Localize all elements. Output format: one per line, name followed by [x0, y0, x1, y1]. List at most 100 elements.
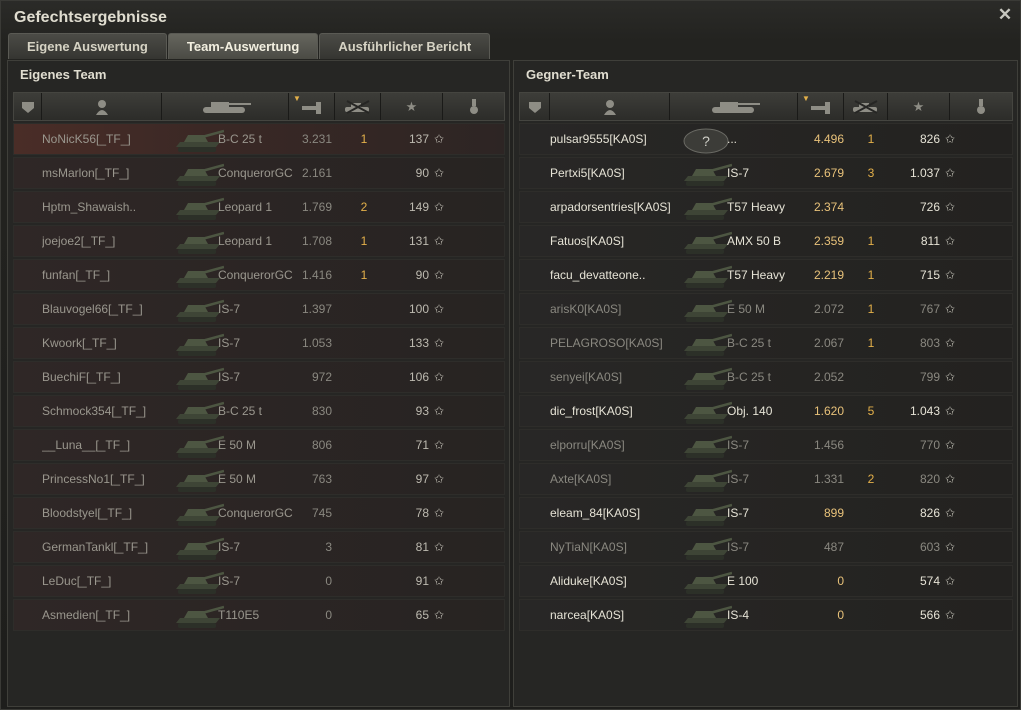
xp-value: 90 [415, 166, 429, 180]
player-row[interactable]: pulsar9555[KA0S]?... 4.496 1 826 ✩ [519, 123, 1013, 155]
player-column-icon[interactable] [550, 93, 670, 120]
player-row[interactable]: eleam_84[KA0S] IS-7 899 826 ✩ [519, 497, 1013, 529]
player-row[interactable]: Asmedien[_TF_] T110E5 0 65 ✩ [13, 599, 505, 631]
player-row[interactable]: arisK0[KA0S] E 50 M 2.072 1 767 ✩ [519, 293, 1013, 325]
xp-value: 71 [415, 438, 429, 452]
damage-column-icon[interactable]: ▼ [798, 93, 844, 120]
kills-column-icon[interactable] [335, 93, 381, 120]
player-row[interactable]: PELAGROSO[KA0S] B-C 25 t 2.067 1 803 ✩ [519, 327, 1013, 359]
damage-value: 2.359 [813, 234, 844, 248]
vehicle-name: IS-7 [727, 472, 750, 486]
xp-value: 133 [408, 336, 429, 350]
kills-value: 1 [867, 132, 875, 146]
player-row[interactable]: Axte[KA0S] IS-7 1.331 2 820 ✩ [519, 463, 1013, 495]
player-name: pulsar9555[KA0S] [550, 132, 647, 146]
star-icon: ✩ [433, 472, 444, 486]
vehicle-name: ... [727, 132, 738, 146]
xp-column-icon[interactable]: ★ [381, 93, 443, 120]
player-row[interactable]: Blauvogel66[_TF_] IS-7 1.397 100 ✩ [13, 293, 505, 325]
player-row[interactable]: PrincessNo1[_TF_] E 50 M 763 97 ✩ [13, 463, 505, 495]
vehicle-name: IS-7 [218, 540, 241, 554]
damage-value: 745 [311, 506, 332, 520]
star-icon: ✩ [944, 438, 955, 452]
player-row[interactable]: NyTiaN[KA0S] IS-7 487 603 ✩ [519, 531, 1013, 563]
star-icon: ✩ [944, 166, 955, 180]
tab-detailed-report[interactable]: Ausführlicher Bericht [319, 33, 491, 59]
player-row[interactable]: facu_devatteone.. T57 Heavy 2.219 1 715 ✩ [519, 259, 1013, 291]
player-name: narcea[KA0S] [550, 608, 625, 622]
vehicle-name: IS-7 [218, 370, 241, 384]
kills-column-icon[interactable] [844, 93, 888, 120]
player-row[interactable]: Hptm_Shawaish.. Leopard 1 1.769 2 149 ✩ [13, 191, 505, 223]
player-row[interactable]: arpadorsentries[KA0S] T57 Heavy 2.374 726 ✩ [519, 191, 1013, 223]
vehicle-name: T110E5 [218, 608, 260, 622]
medal-column-icon[interactable] [950, 93, 1012, 120]
player-row[interactable]: Fatuos[KA0S] AMX 50 B 2.359 1 811 ✩ [519, 225, 1013, 257]
player-row[interactable]: LeDuc[_TF_] IS-7 0 91 ✩ [13, 565, 505, 597]
tab-own-evaluation[interactable]: Eigene Auswertung [8, 33, 167, 59]
star-icon: ✩ [944, 234, 955, 248]
star-icon: ✩ [433, 540, 444, 554]
damage-value: 3 [325, 540, 332, 554]
svg-text:?: ? [702, 133, 710, 149]
player-name: Fatuos[KA0S] [550, 234, 625, 248]
squad-column-icon[interactable] [14, 93, 42, 120]
tab-team-evaluation[interactable]: Team-Auswertung [167, 33, 319, 59]
star-icon: ✩ [433, 608, 444, 622]
sort-indicator-icon: ▼ [293, 94, 301, 103]
star-icon: ✩ [433, 200, 444, 214]
vehicle-column-icon[interactable] [670, 93, 798, 120]
xp-column-icon[interactable]: ★ [888, 93, 950, 120]
damage-value: 806 [311, 438, 332, 452]
player-row[interactable]: joejoe2[_TF_] Leopard 1 1.708 1 131 ✩ [13, 225, 505, 257]
damage-value: 0 [325, 608, 332, 622]
enemy-team-panel: Gegner-Team ▼ ★ pulsar9555[KA0S]?... 4.4… [513, 60, 1018, 707]
player-row[interactable]: narcea[KA0S] IS-4 0 566 ✩ [519, 599, 1013, 631]
vehicle-name: IS-7 [218, 336, 241, 350]
damage-value: 1.053 [301, 336, 332, 350]
damage-value: 2.219 [813, 268, 844, 282]
vehicle-name: T57 Heavy [727, 268, 786, 282]
player-row[interactable]: Schmock354[_TF_] B-C 25 t 830 93 ✩ [13, 395, 505, 427]
medal-column-icon[interactable] [443, 93, 504, 120]
damage-value: 2.161 [301, 166, 332, 180]
damage-column-icon[interactable]: ▼ [289, 93, 335, 120]
xp-value: 131 [408, 234, 429, 248]
damage-value: 899 [823, 506, 844, 520]
damage-value: 2.067 [813, 336, 844, 350]
player-column-icon[interactable] [42, 93, 162, 120]
player-row[interactable]: Kwoork[_TF_] IS-7 1.053 133 ✩ [13, 327, 505, 359]
player-name: arpadorsentries[KA0S] [550, 200, 671, 214]
tab-bar: Eigene Auswertung Team-Auswertung Ausfüh… [8, 33, 491, 59]
damage-value: 1.331 [813, 472, 844, 486]
player-row[interactable]: GermanTankl[_TF_] IS-7 3 81 ✩ [13, 531, 505, 563]
player-row[interactable]: __Luna__[_TF_] E 50 M 806 71 ✩ [13, 429, 505, 461]
damage-value: 487 [823, 540, 844, 554]
player-row[interactable]: elporru[KA0S] IS-7 1.456 770 ✩ [519, 429, 1013, 461]
vehicle-name: B-C 25 t [727, 336, 772, 350]
player-name: Hptm_Shawaish.. [42, 200, 137, 214]
player-row[interactable]: msMarlon[_TF_] ConquerorGC 2.161 90 ✩ [13, 157, 505, 189]
player-row[interactable]: senyei[KA0S] B-C 25 t 2.052 799 ✩ [519, 361, 1013, 393]
enemy-team-title: Gegner-Team [526, 67, 609, 82]
player-row[interactable]: Bloodstyel[_TF_] ConquerorGC 745 78 ✩ [13, 497, 505, 529]
player-name: NyTiaN[KA0S] [550, 540, 627, 554]
vehicle-column-icon[interactable] [162, 93, 289, 120]
squad-column-icon[interactable] [520, 93, 550, 120]
xp-value: 78 [415, 506, 429, 520]
close-icon[interactable]: ✕ [997, 6, 1013, 23]
player-row[interactable]: BuechiF[_TF_] IS-7 972 106 ✩ [13, 361, 505, 393]
player-row[interactable]: Aliduke[KA0S] E 100 0 574 ✩ [519, 565, 1013, 597]
player-row[interactable]: Pertxi5[KA0S] IS-7 2.679 3 1.037 ✩ [519, 157, 1013, 189]
player-row[interactable]: funfan[_TF_] ConquerorGC 1.416 1 90 ✩ [13, 259, 505, 291]
player-name: Bloodstyel[_TF_] [42, 506, 133, 520]
player-row[interactable]: NoNicK56[_TF_] B-C 25 t 3.231 1 137 ✩ [13, 123, 505, 155]
vehicle-name: B-C 25 t [218, 404, 263, 418]
vehicle-name: IS-7 [218, 574, 241, 588]
xp-value: 715 [919, 268, 940, 282]
player-row[interactable]: dic_frost[KA0S] Obj. 140 1.620 5 1.043 ✩ [519, 395, 1013, 427]
player-name: Axte[KA0S] [550, 472, 612, 486]
vehicle-name: Obj. 140 [727, 404, 773, 418]
damage-value: 1.397 [301, 302, 332, 316]
star-icon: ✩ [433, 302, 444, 316]
